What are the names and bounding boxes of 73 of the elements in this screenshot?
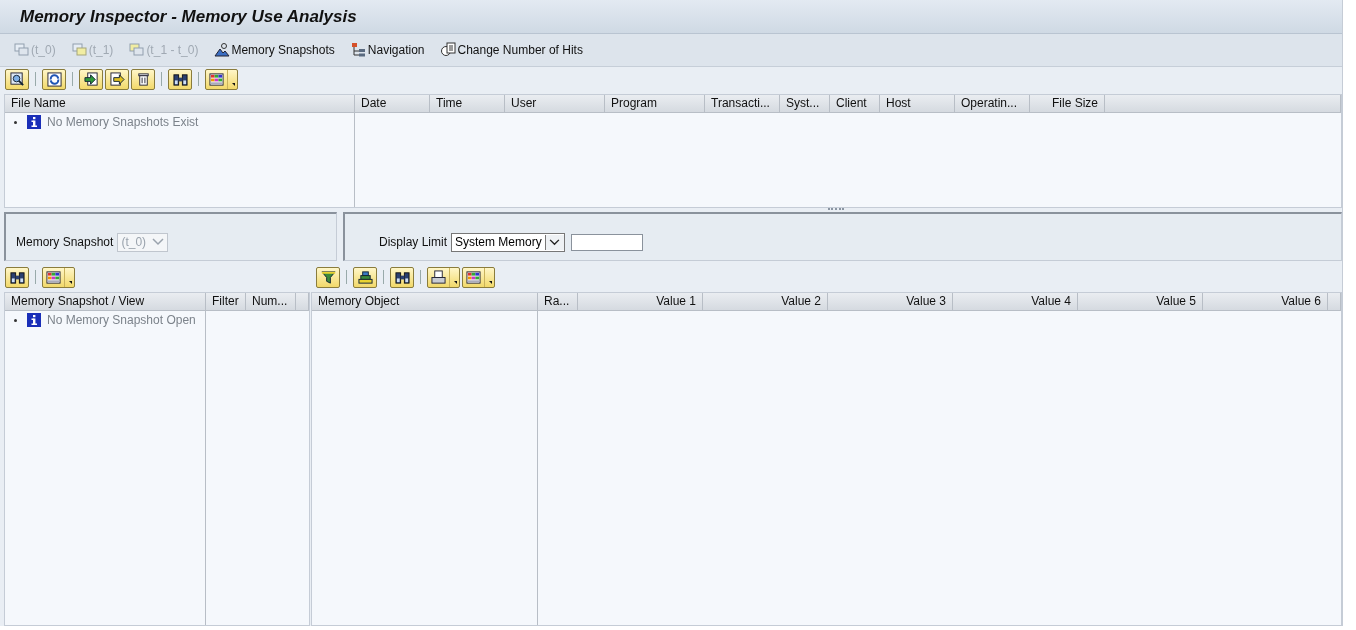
windows-icon bbox=[129, 42, 146, 58]
mountain-icon bbox=[214, 42, 231, 58]
documents-icon bbox=[440, 42, 457, 58]
stack-icon bbox=[357, 269, 373, 285]
info-message: No Memory Snapshots Exist bbox=[47, 115, 199, 129]
column-header[interactable]: Operatin... bbox=[955, 95, 1030, 112]
funnel-icon bbox=[320, 269, 336, 285]
column-header[interactable]: Memory Object bbox=[312, 293, 538, 310]
trash-icon bbox=[135, 71, 151, 87]
field-label: Memory Snapshot bbox=[16, 235, 114, 249]
toolbar-button[interactable] bbox=[168, 68, 192, 90]
toolbar-button[interactable] bbox=[79, 68, 103, 90]
column-header[interactable]: Num... bbox=[246, 293, 296, 310]
info-icon bbox=[27, 313, 41, 327]
column-header[interactable]: Program bbox=[605, 95, 705, 112]
chevron-down-icon bbox=[152, 238, 165, 246]
column-header[interactable]: Value 5 bbox=[1078, 293, 1203, 310]
column-header[interactable]: Host bbox=[880, 95, 955, 112]
windows-icon bbox=[71, 42, 88, 58]
column-header[interactable]: Client bbox=[830, 95, 880, 112]
toolbar-button[interactable] bbox=[316, 266, 340, 288]
column-header[interactable]: Filter bbox=[206, 293, 246, 310]
column-header[interactable]: Value 2 bbox=[703, 293, 828, 310]
toolbar-button[interactable]: Memory Snapshots bbox=[214, 42, 335, 58]
toolbar-button[interactable] bbox=[5, 68, 29, 90]
column-header[interactable]: Ra... bbox=[538, 293, 578, 310]
toolbar-button[interactable]: Navigation bbox=[350, 42, 425, 58]
column-header[interactable]: File Size bbox=[1030, 95, 1105, 112]
column-header[interactable]: Value 6 bbox=[1203, 293, 1328, 310]
caret-icon bbox=[64, 267, 74, 287]
grid-icon bbox=[46, 269, 61, 285]
toolbar-button[interactable] bbox=[5, 266, 29, 288]
refresh-icon bbox=[46, 71, 62, 87]
column-header[interactable]: Value 1 bbox=[578, 293, 703, 310]
document-arrow-icon bbox=[83, 71, 99, 87]
column-header[interactable]: User bbox=[505, 95, 605, 112]
binoculars-icon bbox=[172, 71, 188, 87]
info-message: No Memory Snapshot Open bbox=[47, 313, 196, 327]
column-header[interactable]: Time bbox=[430, 95, 505, 112]
bullet-icon bbox=[14, 318, 17, 322]
column-header[interactable]: Memory Snapshot / View bbox=[5, 293, 206, 310]
caret-icon bbox=[484, 267, 494, 287]
column-header[interactable]: Date bbox=[355, 95, 430, 112]
column-header[interactable]: Transacti... bbox=[705, 95, 780, 112]
toolbar-button[interactable] bbox=[42, 68, 66, 90]
toolbar-button[interactable] bbox=[390, 266, 414, 288]
tree-icon bbox=[350, 42, 367, 58]
document-arrow-icon bbox=[109, 71, 125, 87]
display-limit-dropdown[interactable]: System Memory bbox=[451, 232, 565, 252]
printer-icon bbox=[431, 269, 446, 285]
column-header[interactable]: File Name bbox=[5, 95, 355, 112]
caret-icon bbox=[449, 267, 459, 287]
chevron-down-icon bbox=[549, 238, 561, 246]
grid-icon bbox=[209, 71, 224, 87]
grid-icon bbox=[466, 269, 481, 285]
toolbar-button[interactable] bbox=[105, 68, 129, 90]
column-header[interactable]: Value 4 bbox=[953, 293, 1078, 310]
toolbar-button[interactable] bbox=[353, 266, 377, 288]
column-header[interactable]: Value 3 bbox=[828, 293, 953, 310]
field-label: Display Limit bbox=[379, 235, 447, 249]
binoculars-icon bbox=[9, 269, 25, 285]
caret-icon bbox=[227, 69, 237, 89]
bullet-icon bbox=[14, 120, 17, 124]
toolbar-button[interactable] bbox=[131, 68, 155, 90]
menu-button[interactable] bbox=[427, 266, 460, 288]
magnifier-icon bbox=[9, 71, 25, 87]
column-header[interactable]: Syst... bbox=[780, 95, 830, 112]
window-title: Memory Inspector - Memory Use Analysis bbox=[20, 6, 357, 27]
toolbar-button[interactable]: Change Number of Hits bbox=[440, 42, 583, 58]
input-field[interactable] bbox=[570, 233, 643, 251]
windows-icon bbox=[14, 42, 30, 58]
info-icon bbox=[27, 115, 41, 129]
binoculars-icon bbox=[394, 269, 410, 285]
